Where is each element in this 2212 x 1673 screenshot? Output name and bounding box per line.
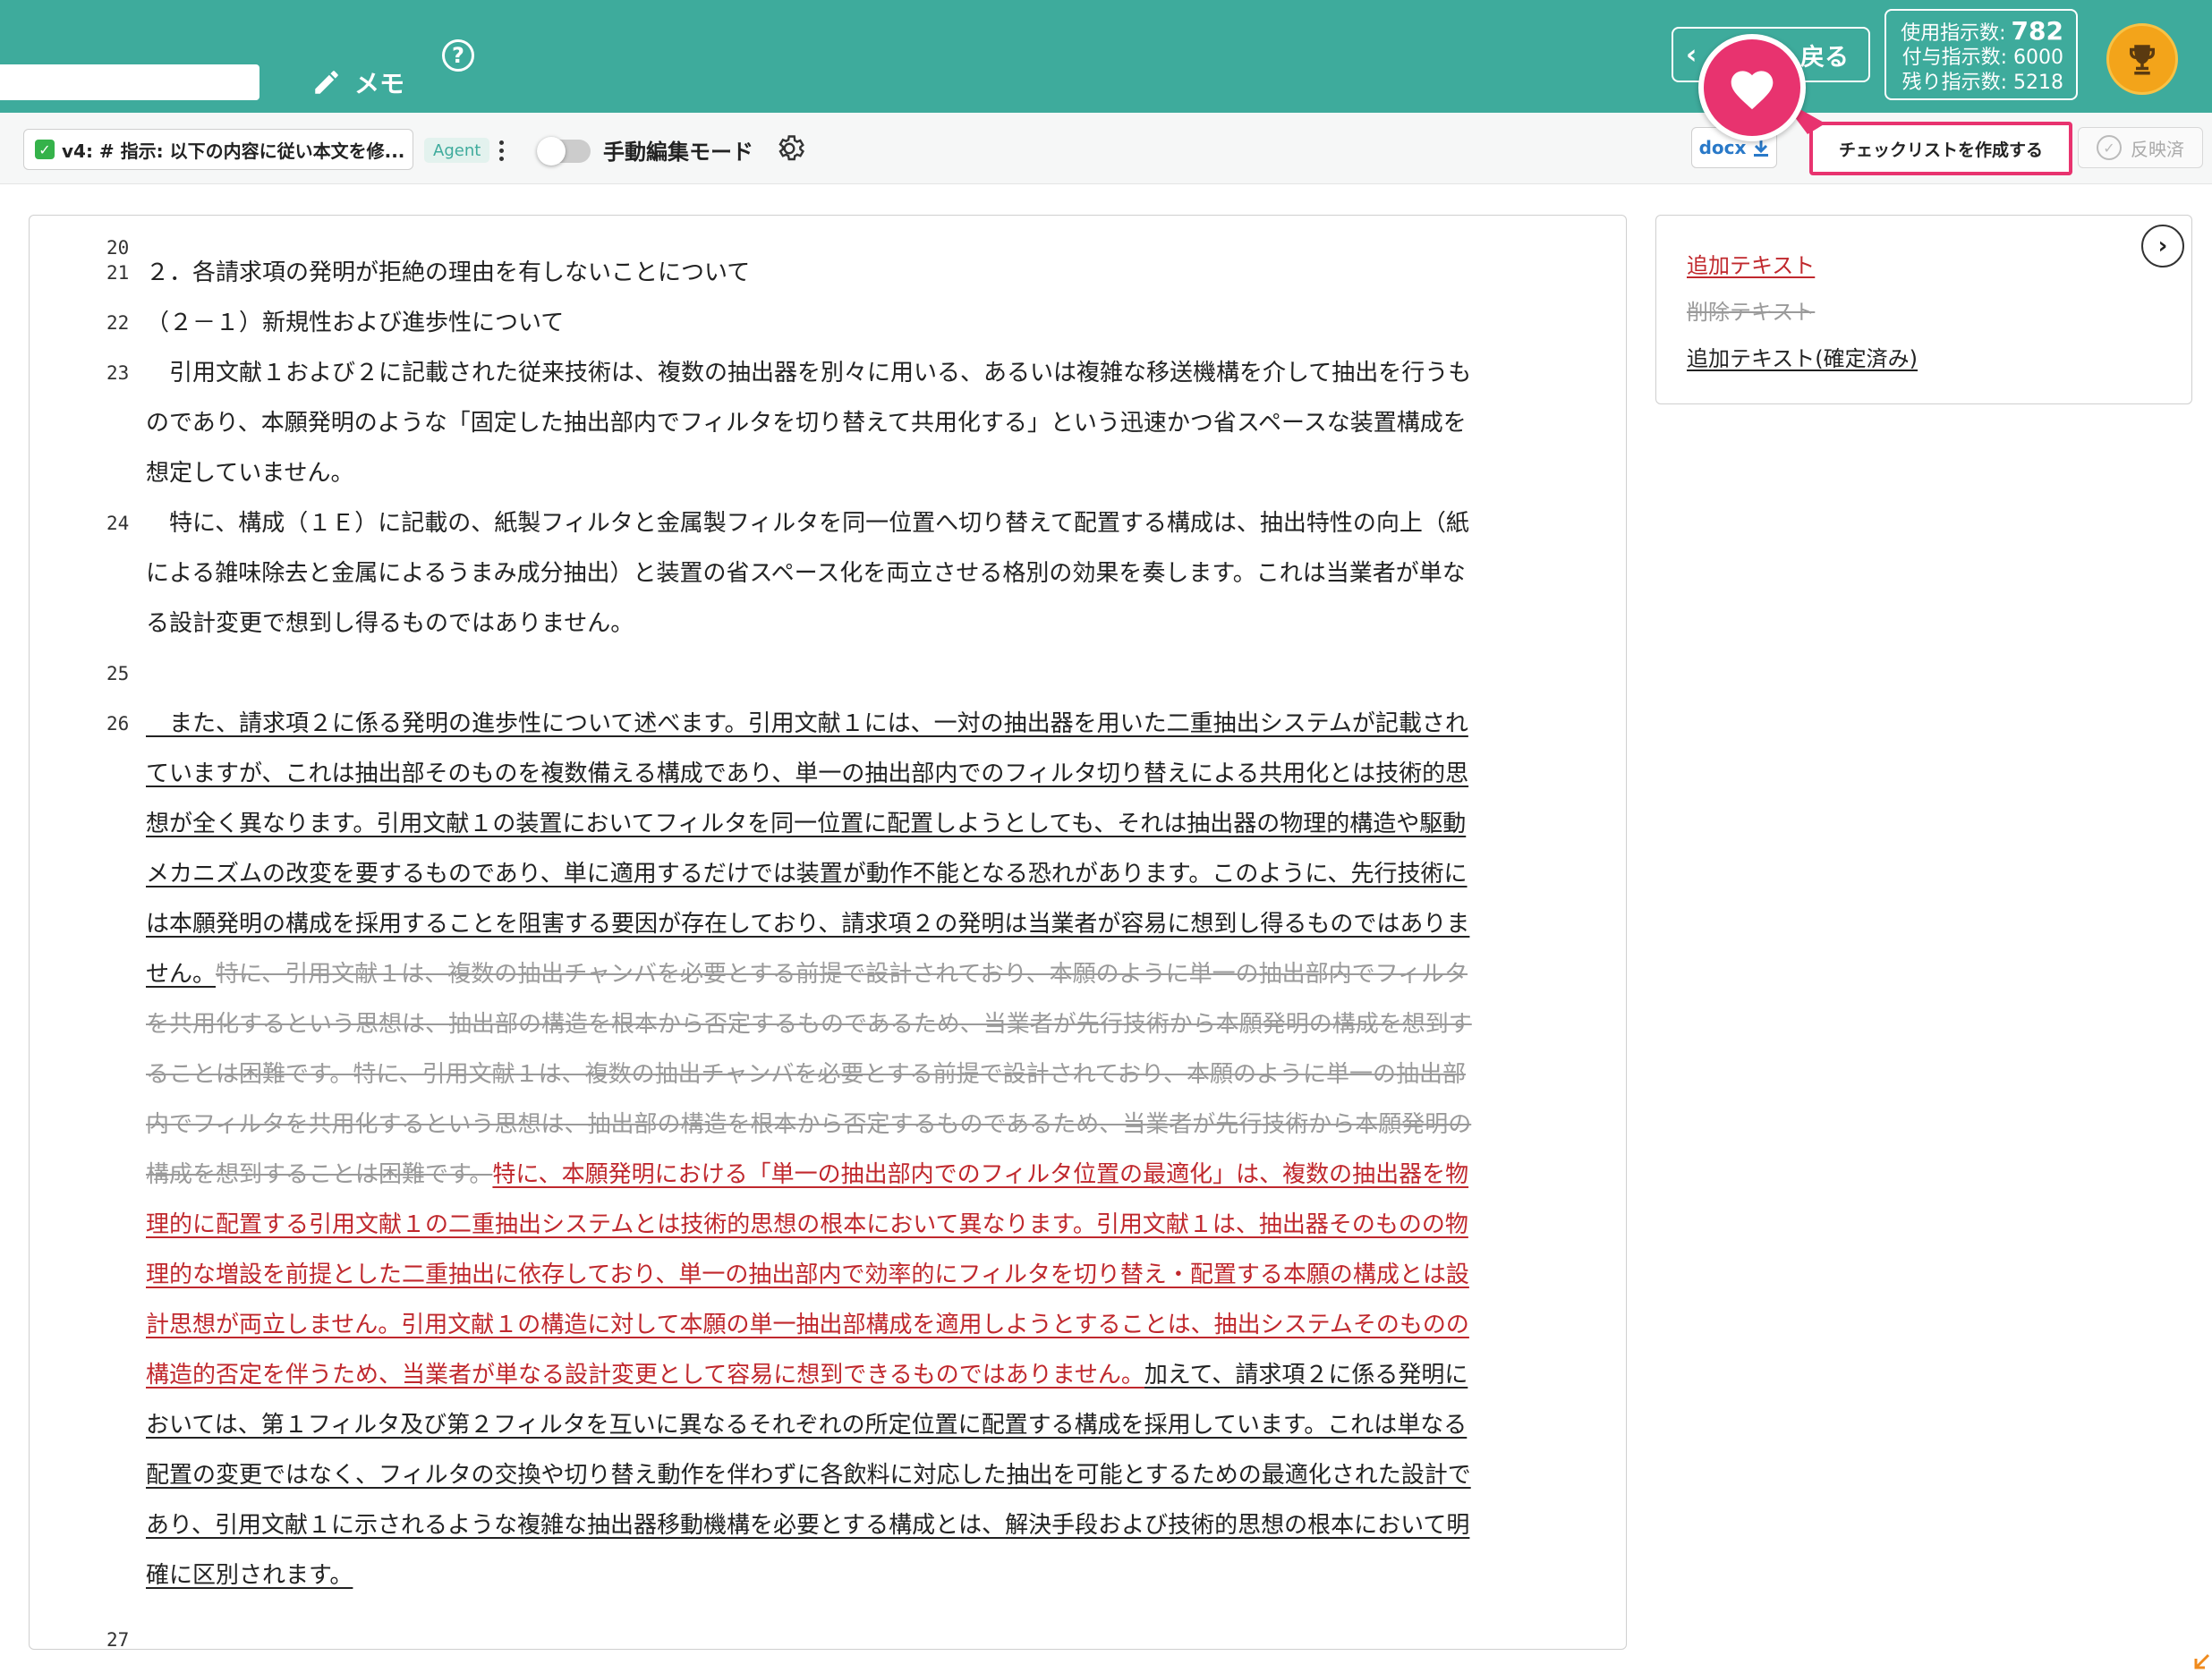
inserted-text: 配置の変更ではなく、フィルタの交換や切り替え動作を伴わずに各飲料に対応した抽出を… xyxy=(146,1462,1471,1489)
title-input[interactable] xyxy=(0,64,259,100)
resize-arrow-icon[interactable] xyxy=(2191,1652,2212,1673)
check-icon: ✓ xyxy=(35,140,55,159)
editor-toolbar: ✓ v4: # 指示: 以下の内容に従い本文を修... Agent 手動編集モー… xyxy=(0,113,2212,184)
granted-count: 付与指示数: 6000 xyxy=(1901,47,2063,69)
version-label: v4: # 指示: 以下の内容に従い本文を修... xyxy=(62,140,405,162)
remaining-count: 残り指示数: 5218 xyxy=(1901,72,2063,94)
back-arrow-icon: ‹ xyxy=(1686,39,1697,71)
used-count-value: 782 xyxy=(2011,16,2063,46)
line-text: のであり、本願発明のような「固定した抽出部内でフィルタを切り替えて共用化する」と… xyxy=(146,410,1467,437)
added-text: 理的な増設を前提とした二重抽出に依存しており、単一の抽出部内で効率的にフィルタを… xyxy=(146,1261,1469,1288)
help-icon[interactable]: ? xyxy=(442,39,474,72)
line-number: 27 xyxy=(106,1629,130,1650)
deleted-text: 構成を想到することは困難です。 xyxy=(146,1161,493,1188)
legend-deleted: 削除テキスト xyxy=(1687,300,1816,325)
reflected-button[interactable]: ✓ 反映済 xyxy=(2078,127,2203,168)
deleted-text: 特に、引用文献１は、複数の抽出チャンバを必要とする前提で設計されており、本願のよ… xyxy=(216,961,1468,988)
deleted-text: を共用化するという思想は、抽出部の構造を根本から否定するものであるため、当業者が… xyxy=(146,1011,1472,1038)
added-text: 理的に配置する引用文献１の二重抽出システムとは技術的思想の根本において異なります… xyxy=(146,1211,1468,1238)
document-editor[interactable]: 20 21 ２．各請求項の発明が拒絶の理由を有しないことについて 22 （２－１… xyxy=(29,215,1627,1650)
trophy-button[interactable] xyxy=(2106,23,2178,95)
line-text: ２．各請求項の発明が拒絶の理由を有しないことについて xyxy=(146,259,751,286)
version-selector[interactable]: ✓ v4: # 指示: 以下の内容に従い本文を修... xyxy=(23,129,413,170)
memo-button[interactable]: メモ xyxy=(311,63,404,102)
favorite-badge[interactable] xyxy=(1698,34,1806,141)
docx-label: docx xyxy=(1698,137,1747,158)
added-text: 構造的否定を伴うため、当業者が単なる設計変更として容易に想到できるものではありま… xyxy=(146,1362,1144,1389)
chevron-right-icon[interactable]: › xyxy=(2141,225,2184,268)
line-text: る設計変更で想到し得るものではありません。 xyxy=(146,610,634,637)
change-legend-panel: › 追加テキスト 削除テキスト 追加テキスト(確定済み) xyxy=(1655,215,2192,404)
inserted-text: メカニズムの改変を要するものであり、単に適用するだけでは装置が動作不能となる恐れ… xyxy=(146,861,1468,887)
used-count-row: 使用指示数: 782 xyxy=(1899,16,2063,46)
line-text: （２－１）新規性および進歩性について xyxy=(146,310,565,336)
check-circle-icon: ✓ xyxy=(2097,135,2122,160)
inserted-text: おいては、第１フィルタ及び第２フィルタを互いに異なるそれぞれの所定位置に配置する… xyxy=(146,1412,1468,1439)
line-text: 引用文献１および２に記載された従来技術は、複数の抽出器を別々に用いる、あるいは複… xyxy=(146,360,1472,386)
line-text: 特に、構成（１Ｅ）に記載の、紙製フィルタと金属製フィルタを同一位置へ切り替えて配… xyxy=(146,510,1469,537)
agent-badge: Agent xyxy=(424,138,490,163)
added-text: 特に、本願発明における「単一の抽出部内でのフィルタ位置の最適化」は、複数の抽出器… xyxy=(492,1161,1469,1188)
manual-edit-toggle[interactable] xyxy=(537,137,591,166)
trophy-icon xyxy=(2130,45,2155,75)
inserted-text: ていますが、これは抽出部そのものを複数備える構成であり、単一の抽出部内でのフィル… xyxy=(146,760,1469,787)
inserted-text: 確に区別されます。 xyxy=(146,1562,353,1589)
used-count-label: 使用指示数: xyxy=(1901,22,2006,45)
line-number: 25 xyxy=(106,663,130,684)
app-header: メモ ? ‹ 戻る 使用指示数: 782 付与指示数: 6000 残り指示数: … xyxy=(0,0,2212,113)
memo-label: メモ xyxy=(354,69,405,98)
deleted-text: ることは困難です。特に、引用文献１は、複数の抽出チャンバを必要とする前提で設計さ… xyxy=(146,1061,1466,1088)
back-label: 戻る xyxy=(1800,43,1849,72)
instruction-stats: 使用指示数: 782 付与指示数: 6000 残り指示数: 5218 xyxy=(1884,9,2078,100)
inserted-text: 加えて、請求項２に係る発明に xyxy=(1144,1362,1468,1389)
legend-added: 追加テキスト xyxy=(1687,253,1816,278)
added-text: 計思想が両立しません。引用文献１の構造に対して本願の単一抽出部構成を適用しようと… xyxy=(146,1312,1469,1338)
inserted-text: 想が全く異なります。引用文献１の装置においてフィルタを同一位置に配置しようとして… xyxy=(146,811,1467,837)
gear-icon[interactable] xyxy=(773,132,805,165)
more-options-icon[interactable] xyxy=(494,136,508,165)
inserted-text: せん。 xyxy=(146,961,217,988)
deleted-text: 内でフィルタを共用化するという思想は、抽出部の構造を根本から否定するものであるた… xyxy=(146,1111,1472,1138)
legend-added-confirmed: 追加テキスト(確定済み) xyxy=(1687,346,1918,371)
inserted-text: は本願発明の構成を採用することを阻害する要因が存在しており、請求項２の発明は当業… xyxy=(146,911,1470,938)
reflected-label: 反映済 xyxy=(2131,138,2184,160)
pencil-icon xyxy=(315,71,338,94)
inserted-text: あり、引用文献１に示されるような複雑な抽出器移動機構を必要とする構成とは、解決手… xyxy=(146,1512,1470,1539)
inserted-text: また、請求項２に係る発明の進歩性について述べます。引用文献１には、一対の抽出器を… xyxy=(146,710,1468,737)
heart-icon xyxy=(1731,71,1774,110)
line-text: 想定していません。 xyxy=(146,460,354,487)
manual-edit-label: 手動編集モード xyxy=(603,140,753,165)
create-checklist-button[interactable]: チェックリストを作成する xyxy=(1809,122,2072,175)
line-text: による雑味除去と金属によるうまみ成分抽出）と装置の省スペース化を両立させる格別の… xyxy=(146,560,1466,587)
